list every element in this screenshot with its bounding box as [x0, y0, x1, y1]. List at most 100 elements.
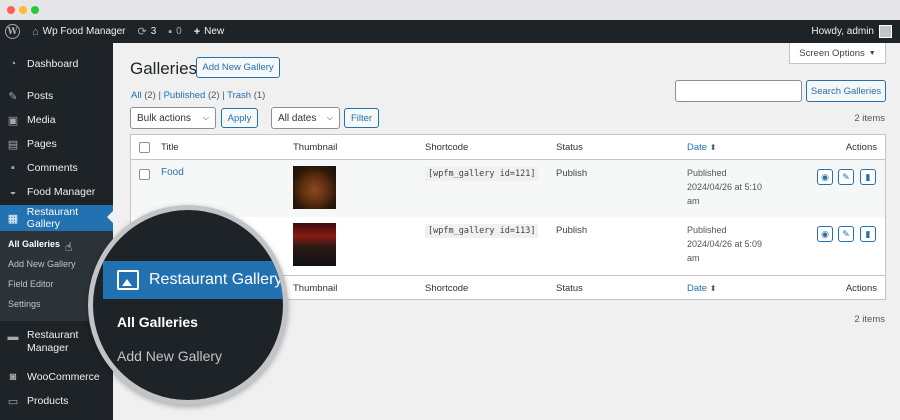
updates-icon: ⟳ [137, 26, 147, 38]
trash-icon: ▮ [865, 171, 871, 182]
sidebar-item-products[interactable]: ▭ Products [0, 389, 113, 413]
submenu-settings[interactable]: Settings [8, 299, 41, 309]
pencil-icon: ✎ [842, 171, 850, 182]
items-count-bottom: 2 items [854, 314, 885, 325]
edit-button[interactable]: ✎ [838, 226, 854, 242]
new-content-link[interactable]: + New [188, 20, 230, 43]
filter-published-link[interactable]: Published (2) [164, 90, 220, 101]
minimize-window-button[interactable] [19, 6, 27, 14]
column-thumbnail: Thumbnail [293, 283, 338, 294]
search-input[interactable] [675, 80, 802, 102]
eye-icon: ◉ [821, 171, 829, 182]
filter-trash-link[interactable]: Trash (1) [227, 90, 265, 101]
filter-all-link[interactable]: All (2) [131, 90, 156, 101]
sidebar-item-dashboard[interactable]: ◔ Dashboard [0, 52, 113, 76]
sidebar-item-media[interactable]: ▣ Media [0, 108, 113, 132]
sidebar-item-label: Media [27, 114, 56, 126]
sidebar-item-label: Restaurant Manager [27, 329, 79, 354]
gallery-icon [117, 270, 139, 290]
table-header: Title Thumbnail Shortcode Status Date ⬍ … [131, 135, 885, 160]
add-new-gallery-button[interactable]: Add New Gallery [196, 57, 280, 78]
site-name: Wp Food Manager [42, 26, 126, 37]
dates-select[interactable]: All dates ⌵ [271, 107, 340, 129]
delete-button[interactable]: ▮ [860, 169, 876, 185]
woo-icon: ◙ [9, 371, 17, 383]
search-galleries-button[interactable]: Search Galleries [806, 80, 886, 102]
preview-button[interactable]: ◉ [817, 169, 833, 185]
status-value: Publish [556, 225, 588, 236]
column-date[interactable]: Date ⬍ [687, 283, 716, 294]
row-title-link[interactable]: Food [161, 167, 184, 178]
column-shortcode: Shortcode [425, 142, 469, 153]
sidebar-item-label: Pages [27, 138, 57, 150]
table-row: Food [wpfm_gallery id=121] Publish Publi… [131, 160, 885, 217]
trash-icon: ▮ [865, 228, 871, 239]
column-actions: Actions [845, 142, 877, 153]
hand-cursor-icon: ☝ [65, 240, 73, 254]
submenu-add-new-gallery[interactable]: Add New Gallery [8, 259, 76, 269]
eye-icon: ◉ [821, 228, 829, 239]
close-window-button[interactable] [7, 6, 15, 14]
filter-trash-count: (1) [253, 90, 266, 101]
products-icon: ▭ [7, 395, 19, 408]
filter-all-label: All [131, 90, 142, 101]
select-all-checkbox[interactable] [139, 142, 150, 153]
preview-button[interactable]: ◉ [817, 226, 833, 242]
chevron-down-icon: ⌵ [326, 113, 333, 122]
date-label: Published [687, 225, 727, 235]
wordpress-logo-icon: W [5, 24, 20, 39]
sidebar-item-pages[interactable]: ▤ Pages [0, 132, 113, 156]
food-icon: ◒ [9, 186, 17, 198]
sidebar-item-label: Restaurant Gallery [26, 206, 79, 230]
filter-published-label: Published [163, 90, 206, 101]
apply-button[interactable]: Apply [221, 108, 258, 128]
status-filter-links: All (2) | Published (2) | Trash (1) [131, 90, 265, 101]
shortcode-value: [wpfm_gallery id=113] [425, 224, 539, 238]
sidebar-item-restaurant-gallery[interactable]: ▦ Restaurant Gallery [0, 205, 113, 231]
wp-logo-menu[interactable]: W [0, 20, 26, 43]
browser-titlebar [0, 0, 900, 20]
admin-bar: W ⌂ Wp Food Manager ⟳ 3 ▪ 0 + New Howdy,… [0, 20, 900, 43]
caret-down-icon: ▼ [868, 49, 876, 57]
sidebar-item-woocommerce[interactable]: ◙ WooCommerce [0, 365, 113, 389]
column-date-label: Date [687, 283, 708, 294]
updates-link[interactable]: ⟳ 3 [131, 20, 162, 43]
site-name-link[interactable]: ⌂ Wp Food Manager [26, 20, 131, 43]
row-checkbox[interactable] [139, 169, 150, 180]
admin-sidebar: ◔ Dashboard ✎ Posts ▣ Media ▤ Pages ▪ Co… [0, 43, 113, 420]
my-account-link[interactable]: Howdy, admin [811, 20, 892, 43]
page-title: Galleries [130, 59, 198, 78]
updates-count: 3 [150, 26, 157, 37]
media-icon: ▣ [7, 114, 19, 127]
lens-submenu-all-galleries: All Galleries [117, 314, 198, 330]
submenu-all-galleries[interactable]: All Galleries [8, 239, 60, 249]
date-value: Published 2024/04/26 at 5:10 am [687, 166, 762, 208]
column-title[interactable]: Title [161, 142, 179, 153]
sort-icon: ⬍ [709, 284, 717, 293]
column-date[interactable]: Date ⬍ [687, 142, 716, 153]
filter-button[interactable]: Filter [344, 108, 379, 128]
column-status: Status [556, 283, 583, 294]
shortcode-value: [wpfm_gallery id=121] [425, 167, 539, 181]
submenu-field-editor[interactable]: Field Editor [8, 279, 54, 289]
date-line2: am [687, 253, 700, 263]
dates-value: All dates [278, 112, 317, 124]
sort-icon: ⬍ [709, 143, 717, 152]
lens-menu-item: Restaurant Gallery [103, 261, 283, 299]
pages-icon: ▤ [7, 138, 19, 151]
edit-button[interactable]: ✎ [838, 169, 854, 185]
screen-options-button[interactable]: Screen Options ▼ [789, 43, 886, 64]
gallery-icon: ▦ [7, 212, 19, 225]
date-line1: 2024/04/26 at 5:10 [687, 182, 763, 192]
bulk-actions-select[interactable]: Bulk actions ⌵ [130, 107, 216, 129]
column-date-label: Date [687, 142, 708, 153]
comments-link[interactable]: ▪ 0 [162, 20, 187, 43]
date-label: Published [687, 168, 727, 178]
sidebar-item-comments[interactable]: ▪ Comments [0, 156, 113, 180]
delete-button[interactable]: ▮ [860, 226, 876, 242]
maximize-window-button[interactable] [31, 6, 39, 14]
zoom-lens: Restaurant Gallery All Galleries Add New… [88, 205, 288, 405]
comment-icon: ▪ [11, 162, 15, 174]
sidebar-item-food-manager[interactable]: ◒ Food Manager [0, 180, 113, 204]
sidebar-item-posts[interactable]: ✎ Posts [0, 84, 113, 108]
